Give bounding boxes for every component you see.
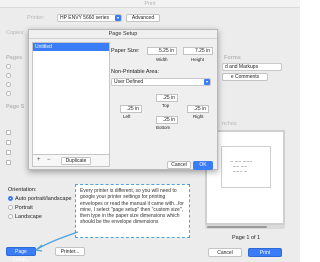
right-margin-input[interactable]: .25 in	[187, 105, 209, 113]
printer-select-value: HP ENVY 5660 series	[60, 15, 110, 21]
print-titlebar: Print	[0, 0, 300, 8]
top-label: Top	[162, 103, 170, 108]
add-icon[interactable]: +	[37, 157, 41, 163]
list-item[interactable]: Untitled	[33, 43, 109, 51]
width-input[interactable]: 5.25 in	[147, 47, 177, 55]
envelope-preview: ~ ~~ ~~~ ~~ ~~ ~~~ ~	[221, 146, 271, 188]
print-title: Print	[144, 1, 156, 7]
pages-radio-current[interactable]	[6, 73, 11, 78]
left-margin-input[interactable]: .25 in	[120, 105, 142, 113]
page-setup-button[interactable]: Page Setup...	[6, 247, 36, 262]
printer-button[interactable]: Printer...	[55, 247, 85, 256]
top-margin-input[interactable]: .25 in	[156, 94, 178, 102]
address-script-image: ~ ~~ ~~~ ~~ ~~ ~~~ ~	[230, 159, 253, 174]
page-setup-title: Page Setup	[29, 30, 217, 39]
forms-label: Forms	[224, 55, 241, 61]
non-printable-select-value: User Defined	[114, 79, 144, 85]
bottom-label: Bottom	[156, 125, 171, 130]
sizing-option-poster[interactable]	[6, 140, 11, 145]
list-toolbar: + − Duplicate	[33, 154, 109, 166]
advanced-button[interactable]: Advanced	[126, 14, 160, 22]
orientation-auto-label: Auto portrait/landscape	[15, 196, 72, 202]
page-setup-sheet: Page Setup Untitled + − Duplicate Paper …	[28, 29, 218, 170]
custom-sizes-list[interactable]: Untitled + − Duplicate	[32, 42, 110, 167]
pages-radio-more[interactable]	[6, 91, 11, 96]
preview-scrollbar[interactable]	[205, 225, 285, 229]
pages-radio-range[interactable]	[6, 82, 11, 87]
sizing-option-multiple[interactable]	[6, 150, 11, 155]
bottom-margin-input[interactable]: .25 in	[156, 116, 178, 124]
non-printable-select[interactable]: User Defined ▾	[111, 78, 211, 86]
printer-label: Printer:	[27, 15, 45, 21]
preview-scrollbar-thumb[interactable]	[207, 226, 267, 228]
printer-select[interactable]: HP ENVY 5660 series ▾	[57, 14, 122, 22]
copies-label: Copies:	[6, 30, 25, 36]
width-label: Width	[156, 57, 168, 62]
forms-select[interactable]: d and Markups	[222, 63, 282, 71]
pages-label: Pages	[6, 55, 23, 61]
forms-select-value: d and Markups	[225, 64, 259, 70]
page-sizing-label: Page S	[6, 104, 25, 110]
duplicate-button[interactable]: Duplicate	[61, 157, 91, 165]
orientation-radio-auto[interactable]	[8, 196, 13, 201]
orientation-radio-portrait[interactable]	[8, 205, 13, 210]
print-cancel-button[interactable]: Cancel	[208, 248, 242, 257]
right-label: Right	[193, 114, 204, 119]
page-setup-ok-button[interactable]: OK	[193, 161, 213, 170]
sizing-option-booklet[interactable]	[6, 160, 11, 165]
print-button[interactable]: Print	[248, 248, 282, 257]
instruction-callout: Every printer is different, so you will …	[75, 184, 190, 238]
height-input[interactable]: 7.25 in	[183, 47, 213, 55]
page-indicator: Page 1 of 1	[232, 235, 261, 241]
chevron-down-icon: ▾	[115, 15, 121, 21]
orientation-portrait-label: Portrait	[15, 205, 33, 211]
orientation-radio-landscape[interactable]	[8, 214, 13, 219]
page-setup-cancel-button[interactable]: Cancel	[167, 161, 191, 169]
orientation-landscape-label: Landscape	[15, 214, 42, 220]
height-label: Height	[191, 57, 205, 62]
orientation-label: Orientation:	[8, 187, 37, 193]
size-readout: nches	[222, 121, 237, 127]
paper-size-label: Paper Size:	[111, 48, 140, 54]
sizing-option-fit[interactable]	[6, 130, 11, 135]
remove-icon[interactable]: −	[47, 157, 51, 163]
pages-radio-all[interactable]	[6, 64, 11, 69]
chevron-down-icon: ▾	[204, 79, 210, 85]
non-printable-label: Non-Printable Area:	[111, 69, 159, 75]
summarize-comments-button[interactable]: e Comments	[222, 73, 268, 81]
left-label: Left	[123, 114, 131, 119]
